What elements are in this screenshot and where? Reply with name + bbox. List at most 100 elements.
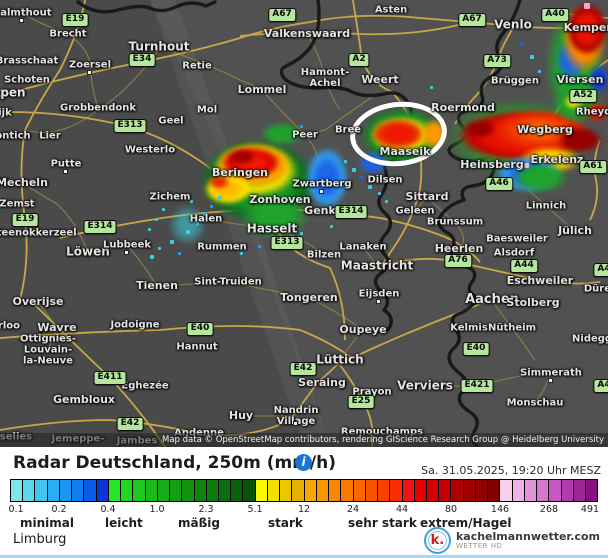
town-label: Lanaken [339, 241, 387, 253]
town-label: Eijsden [358, 288, 400, 300]
info-icon[interactable]: i [295, 454, 312, 471]
town-label: Tienen [136, 278, 178, 292]
colorbar-segment [47, 480, 60, 501]
town-label: Lier [39, 130, 61, 142]
town-label: Turnhout [128, 39, 190, 54]
town-label: Valkenswaard [263, 26, 351, 40]
colorbar-segment [292, 480, 305, 501]
colorbar-segment [157, 480, 171, 501]
town-label: Overijse [12, 294, 64, 308]
road-badge: A4 [593, 379, 608, 393]
town-label: Venlo [494, 17, 532, 32]
town-label: Brunssum [426, 216, 484, 228]
town-label: Westerlo [124, 144, 176, 156]
colorbar-segment [561, 480, 574, 501]
town-label: Monschau [506, 397, 564, 409]
road-badge: E42 [116, 417, 144, 431]
colorbar-tick: 0.2 [51, 504, 67, 515]
colorbar-segment [59, 480, 73, 501]
colorbar-tick: 2.3 [198, 504, 214, 515]
town-label: Grobbendonk [59, 102, 137, 114]
colorbar-segment [463, 480, 476, 501]
brand-logo-icon: k. [423, 527, 451, 554]
town-label: Lommel [237, 82, 287, 96]
colorbar-segment [182, 480, 195, 501]
colorbar-segment [549, 480, 562, 501]
road-badge: A61 [579, 160, 607, 174]
colorbar-segment [108, 480, 122, 501]
town-label: Retie [182, 60, 212, 72]
town-label: Brasschaat [0, 55, 59, 67]
town-label: Gembloux [52, 392, 116, 406]
town-label: Brecht [49, 28, 87, 40]
road-badge: E421 [460, 379, 494, 393]
colorbar-segment [84, 480, 97, 501]
town-label: Löwen [66, 244, 110, 259]
town-label: Schoten [4, 74, 50, 86]
town-label: Hamont- Achel [300, 67, 350, 89]
colorbar-category: leicht [105, 516, 143, 530]
colorbar-segment [133, 480, 146, 501]
town-dot [19, 18, 24, 23]
town-label: Zwartberg [292, 178, 352, 190]
town-label: Geleen [395, 205, 435, 217]
colorbar-segment [304, 480, 317, 501]
town-label: Alsdorf [493, 247, 535, 259]
colorbar-segment [439, 480, 452, 501]
town-label: Dilsen [367, 174, 403, 186]
colorbar-tick: 268 [539, 504, 559, 515]
town-label: Geel [158, 115, 184, 127]
town-label: Sint-Truiden [194, 276, 262, 288]
town-label: Kelmis [450, 322, 488, 334]
colorbar-tick: 44 [395, 504, 409, 515]
town-label: Tongeren [280, 290, 338, 304]
town-label: Weert [361, 72, 399, 86]
town-label: Bree [334, 124, 362, 136]
road-badge: E25 [347, 395, 375, 409]
town-label: Nütheim [487, 322, 537, 334]
colorbar-segment [586, 480, 598, 501]
road-badge: E313 [270, 236, 304, 250]
town-label: Wavre [37, 320, 77, 334]
colorbar-category: minimal [20, 516, 74, 530]
colorbar-tick: 12 [297, 504, 311, 515]
road-badge: A76 [444, 254, 472, 268]
colorbar-tick: 5.1 [247, 504, 263, 515]
map-viewport[interactable]: Kalmthout Brecht Brasschaat Schotenrpen ijk Z… [0, 0, 608, 447]
road-badge: A46 [485, 177, 513, 191]
town-label: Zemst [0, 198, 35, 210]
colorbar-category: sehr stark [348, 516, 417, 530]
road-badge: E34 [128, 53, 156, 67]
town-label: Mecheln [0, 175, 48, 189]
colorbar-tick: 0.4 [100, 504, 116, 515]
town-label: Steenokkerzeel [0, 227, 77, 239]
town-label: rpen [0, 85, 26, 100]
road-badge: E314 [83, 220, 117, 234]
road-badge: A40 [541, 8, 569, 22]
colorbar-segment [500, 480, 513, 501]
brand-logo-link[interactable]: k. kachelmannwetter.com WETTER HD [423, 527, 600, 554]
town-label: Stolberg [506, 295, 560, 309]
road-badge: A2 [348, 53, 370, 67]
colorbar-segment [353, 480, 366, 501]
town-label: Erkelenz [530, 152, 584, 166]
legend-title: Radar Deutschland, 250m (mm/h) [13, 453, 337, 473]
town-label: rloo [0, 320, 21, 332]
town-dot [548, 378, 553, 383]
colorbar-segment [378, 480, 391, 501]
town-label: Baesweiler [486, 233, 548, 245]
road-badge: E19 [11, 213, 39, 227]
town-label: Jülich [558, 223, 592, 237]
town-label: Aachen [465, 291, 519, 307]
town-label: Sittard [405, 189, 449, 203]
road-badge: E19 [61, 13, 89, 27]
town-label: Bilzen [306, 249, 342, 261]
town-label: Maaseik [379, 144, 431, 158]
colorbar-segment [170, 480, 183, 501]
town-label: Verviers [397, 378, 453, 393]
colorbar-segment [194, 480, 207, 501]
road-badge: A4 [593, 263, 608, 277]
colorbar-tick: 1.0 [149, 504, 165, 515]
town-label: Wegberg [517, 122, 573, 136]
colorbar-segment [329, 480, 342, 501]
